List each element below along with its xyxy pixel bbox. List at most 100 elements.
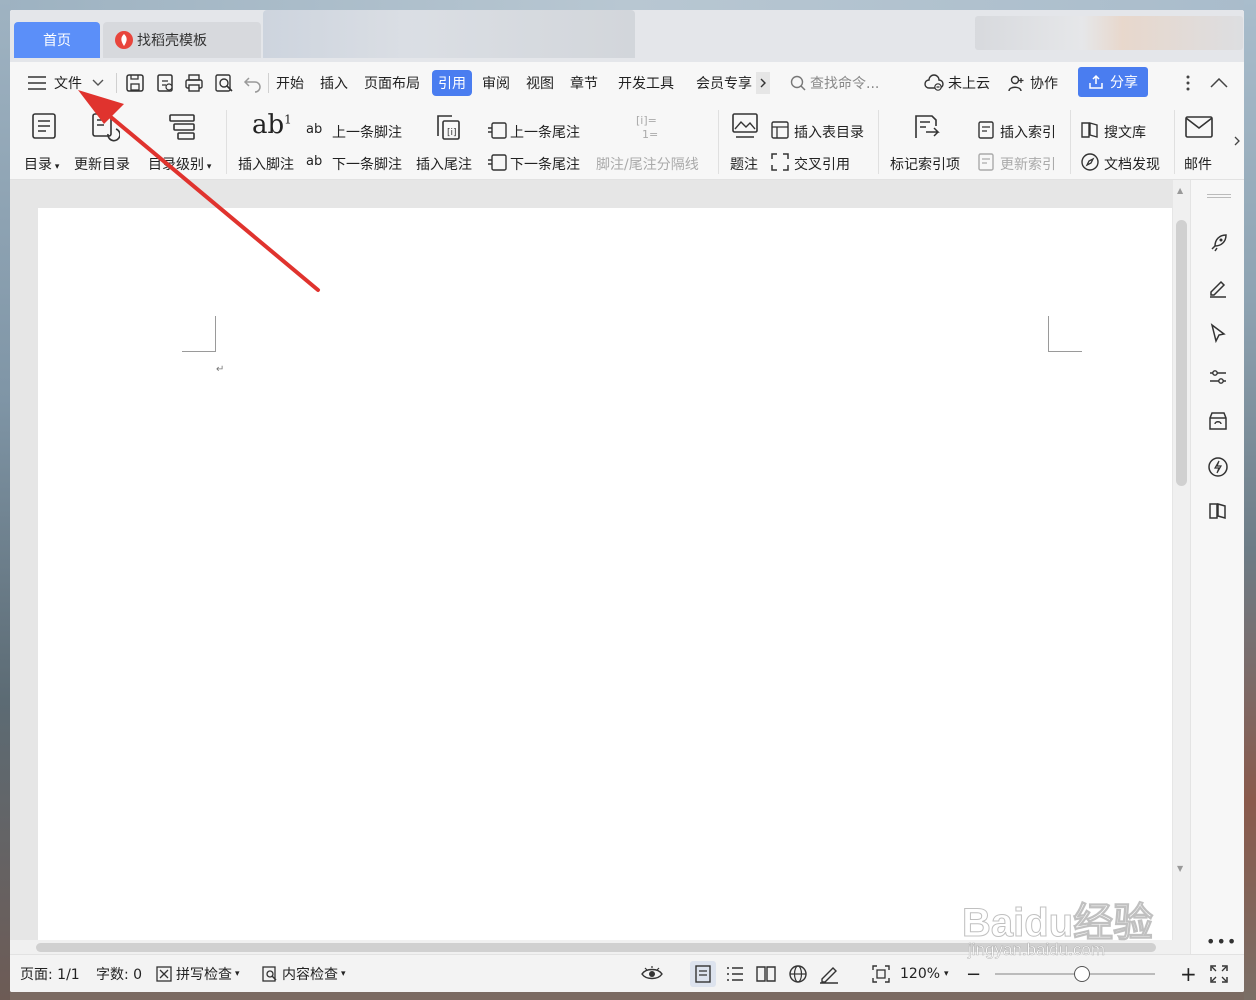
horizontal-scrollbar[interactable] [10, 940, 1190, 954]
caption-icon[interactable] [730, 112, 760, 142]
compass-icon[interactable] [1080, 152, 1100, 172]
book-icon[interactable] [1207, 500, 1229, 522]
document-canvas[interactable]: ↵ [10, 180, 1190, 948]
menu-tab-insert[interactable]: 插入 [320, 62, 348, 104]
zoom-level[interactable]: 120% ▾ [900, 955, 949, 992]
chevron-down-icon[interactable] [92, 62, 104, 104]
print-icon[interactable] [184, 62, 204, 104]
print-preview-icon[interactable] [214, 62, 234, 104]
page-view-button[interactable] [690, 961, 716, 987]
menu-hamburger-icon[interactable] [28, 62, 46, 104]
update-index-button: 更新索引 [1000, 157, 1056, 173]
collaborate-icon[interactable] [1008, 62, 1026, 104]
zoom-slider-thumb[interactable] [1074, 966, 1090, 982]
store-icon[interactable] [1207, 410, 1229, 432]
fullscreen-icon[interactable] [1210, 965, 1228, 983]
mark-index-icon[interactable] [912, 112, 942, 142]
menu-tab-developer[interactable]: 开发工具 [618, 62, 674, 104]
save-icon[interactable] [125, 62, 145, 104]
scroll-down-icon[interactable]: ▼ [1177, 864, 1183, 873]
zoom-in-icon[interactable]: + [1180, 955, 1197, 992]
more-sidebar-icon[interactable]: ••• [1206, 932, 1237, 951]
horizontal-scroll-thumb[interactable] [36, 943, 1156, 952]
scroll-up-icon[interactable]: ▲ [1177, 186, 1183, 195]
cross-reference-icon[interactable] [770, 152, 790, 172]
export-pdf-icon[interactable] [155, 62, 175, 104]
reading-view-icon[interactable] [756, 965, 776, 983]
web-view-icon[interactable] [788, 964, 808, 984]
zoom-out-icon[interactable]: − [966, 955, 981, 992]
mark-index-button[interactable]: 标记索引项 [890, 154, 960, 174]
file-menu[interactable]: 文件 [54, 62, 82, 104]
menu-tab-start[interactable]: 开始 [276, 62, 304, 104]
tab-home[interactable]: 首页 [14, 22, 100, 58]
insert-table-toc-button[interactable]: 插入表目录 [794, 122, 864, 142]
insert-index-button[interactable]: 插入索引 [1000, 122, 1056, 142]
vertical-scrollbar[interactable]: ▲ ▼ [1173, 180, 1190, 940]
sliders-icon[interactable] [1207, 366, 1229, 388]
menu-tab-references[interactable]: 引用 [432, 70, 472, 96]
vertical-scroll-thumb[interactable] [1176, 220, 1187, 486]
cloud-off-icon[interactable] [924, 62, 944, 104]
next-endnote-icon[interactable] [486, 152, 508, 172]
table-toc-icon[interactable] [770, 120, 790, 140]
prev-footnote-icon[interactable]: ab [306, 122, 322, 137]
share-button[interactable]: 分享 [1078, 67, 1148, 97]
spell-check-button[interactable]: 拼写检查 ▾ [156, 955, 240, 992]
divider [878, 110, 879, 174]
word-count[interactable]: 字数: 0 [96, 955, 142, 992]
toc-button[interactable]: 目录 ▾ [24, 154, 59, 174]
doc-discover-button[interactable]: 文档发现 [1104, 154, 1160, 174]
prev-footnote-button[interactable]: 上一条脚注 [332, 122, 402, 142]
cloud-status[interactable]: 未上云 [948, 62, 990, 104]
next-footnote-icon[interactable]: ab [306, 154, 322, 169]
mail-button[interactable]: 邮件 [1184, 154, 1212, 174]
toc-label: 目录 [24, 157, 52, 173]
ribbon-scroll-right-icon[interactable] [1230, 126, 1244, 156]
search-icon[interactable] [790, 62, 806, 104]
toc-level-button[interactable]: 目录级别 ▾ [148, 154, 211, 174]
menu-tab-review[interactable]: 审阅 [482, 62, 510, 104]
library-icon[interactable] [1080, 120, 1100, 140]
tab-template-store[interactable]: 找稻壳模板 [103, 22, 261, 58]
menu-tab-member[interactable]: 会员专享 [696, 62, 756, 104]
insert-footnote-icon[interactable]: ab1 [252, 110, 292, 140]
menu-tab-chapter[interactable]: 章节 [570, 62, 598, 104]
prev-endnote-button[interactable]: 上一条尾注 [510, 122, 580, 142]
caption-button[interactable]: 题注 [730, 154, 758, 174]
mail-icon[interactable] [1184, 114, 1214, 140]
lightning-icon[interactable] [1207, 456, 1229, 478]
next-endnote-button[interactable]: 下一条尾注 [510, 154, 580, 174]
update-toc-button[interactable]: 更新目录 [74, 154, 130, 174]
eye-protection-icon[interactable] [640, 965, 664, 983]
next-footnote-button[interactable]: 下一条脚注 [332, 154, 402, 174]
cursor-icon[interactable] [1207, 322, 1229, 344]
menu-tab-view[interactable]: 视图 [526, 62, 554, 104]
prev-endnote-icon[interactable] [486, 120, 508, 140]
tab-document-blurred[interactable] [263, 10, 635, 58]
outline-view-icon[interactable] [726, 966, 744, 982]
toc-icon[interactable] [30, 112, 58, 140]
menu-tab-page-layout[interactable]: 页面布局 [364, 62, 420, 104]
content-check-button[interactable]: 内容检查 ▾ [262, 955, 346, 992]
undo-icon[interactable] [243, 62, 263, 104]
insert-index-icon[interactable] [976, 120, 996, 140]
search-library-button[interactable]: 搜文库 [1104, 122, 1146, 142]
more-tabs-icon[interactable] [756, 72, 770, 94]
page-indicator[interactable]: 页面: 1/1 [20, 955, 80, 992]
collapse-ribbon-icon[interactable] [1210, 62, 1228, 104]
document-page[interactable]: ↵ [38, 208, 1172, 948]
rocket-icon[interactable] [1207, 232, 1229, 254]
collaborate-button[interactable]: 协作 [1030, 62, 1058, 104]
more-options-icon[interactable] [1186, 62, 1190, 104]
fit-page-icon[interactable] [872, 965, 890, 983]
insert-endnote-icon[interactable]: [i] [434, 112, 464, 142]
cross-reference-button[interactable]: 交叉引用 [794, 154, 850, 174]
pen-icon[interactable] [1207, 276, 1229, 298]
update-toc-icon[interactable] [90, 112, 120, 142]
insert-footnote-button[interactable]: 插入脚注 [238, 154, 294, 174]
insert-endnote-button[interactable]: 插入尾注 [416, 154, 472, 174]
command-search[interactable]: 查找命令... [810, 62, 879, 104]
write-mode-icon[interactable] [818, 964, 840, 984]
toc-level-icon[interactable] [168, 112, 198, 142]
